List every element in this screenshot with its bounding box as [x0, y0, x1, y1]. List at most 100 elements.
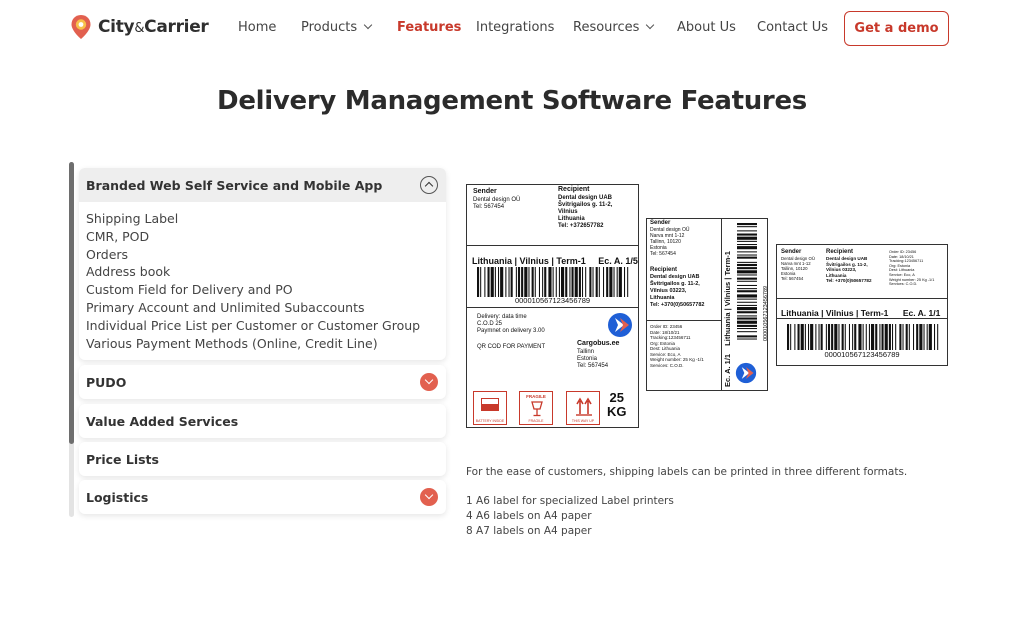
nav-products[interactable]: Products	[301, 20, 373, 35]
nav-integrations[interactable]: Integrations	[476, 20, 554, 35]
sender-line: Dental design OÜ	[473, 196, 521, 203]
sender-heading: Sender	[781, 249, 802, 255]
ec-text: Ec. A. 1/1	[902, 308, 941, 318]
recipient-heading: Recipient	[826, 249, 854, 255]
list-item[interactable]: Orders	[86, 246, 439, 264]
carrier-line: Tel: 567454	[577, 362, 609, 369]
accordion-title: Branded Web Self Service and Mobile App	[86, 177, 383, 193]
carrier-line: Estonia	[577, 355, 598, 362]
shipping-label-large: Sender Dental design OÜ Tel: 567454 Reci…	[466, 184, 639, 428]
recipient-line: Dental design UAB	[558, 194, 613, 201]
description-text: For the ease of customers, shipping labe…	[466, 466, 908, 478]
recipient-line: Tel: +370(0)50657782	[826, 278, 872, 283]
sender-heading: Sender	[650, 220, 671, 226]
order-line: Services: C.O.D.	[650, 362, 684, 368]
order-block: Order ID: 23456 Date: 18/10/21 Tracking:…	[650, 324, 722, 368]
chevron-down-icon[interactable]	[420, 373, 438, 392]
route-line-vertical: Ec. A. 1/1 Lithuania | Vilnius | Term-1	[723, 251, 732, 387]
detail-line: Delivery: data time	[477, 314, 527, 320]
chevron-down-icon	[646, 20, 655, 30]
nav-about-us[interactable]: About Us	[677, 20, 736, 35]
recipient-line: Lithuania	[558, 215, 585, 222]
accordion-header-value-added-services[interactable]: Value Added Services	[79, 404, 446, 438]
list-item[interactable]: Custom Field for Delivery and PO	[86, 281, 439, 299]
accordion-scrollbar[interactable]	[69, 162, 74, 517]
qr-text: QR COD FOR PAYMENT	[477, 344, 546, 350]
recipient-block: Recipient Dental design UAB Švitrigailos…	[826, 249, 888, 284]
fragile-word: FRAGILE	[526, 394, 546, 399]
recipient-line: Tel: +370(0)50657782	[650, 302, 705, 308]
glass-icon	[531, 401, 543, 417]
recipient-line: Vilnius	[558, 208, 578, 215]
weight-value: 25	[609, 390, 624, 405]
route-text: Lithuania | Vilnius | Term-1	[781, 308, 889, 318]
list-item: 1 A6 label for specialized Label printer…	[466, 495, 674, 507]
shipping-label-small: Sender Dental design OÜ Narva mnt 1-12 T…	[776, 244, 948, 366]
icon-caption: BATTERY INSIDE	[475, 419, 505, 423]
divider	[467, 307, 638, 308]
chevron-up-icon[interactable]	[420, 176, 438, 194]
recipient-line: Lithuania	[650, 295, 675, 301]
icon-caption: THIS WAY UP	[571, 419, 595, 423]
get-a-demo-button[interactable]: Get a demo	[844, 11, 949, 46]
carrier-line: Tallinn	[577, 348, 595, 355]
fragile-icon: FRAGILE FRAGILE	[519, 391, 553, 425]
sender-heading: Sender	[473, 188, 497, 195]
accordion-panel-logistics: Logistics	[79, 480, 446, 515]
ec-text: Ec. A. 1/1	[723, 353, 732, 387]
order-line: Services: C.O.D.	[889, 282, 918, 287]
recipient-block: Recipient Dental design UAB Švitrigailos…	[650, 267, 722, 309]
sender-line: Tel: 567454	[473, 203, 505, 210]
barcode-number: 000010567123456789	[514, 296, 591, 305]
page-title: Delivery Management Software Features	[217, 86, 807, 116]
carrier-name: Cargobus.ee	[577, 340, 620, 347]
order-block: Order ID: 23456 Date: 18/10/21 Tracking:…	[889, 250, 947, 287]
list-item[interactable]: CMR, POD	[86, 228, 439, 246]
list-item: 4 A6 labels on A4 paper	[466, 510, 592, 522]
battery-inside-icon: BATTERY INSIDE	[473, 391, 507, 425]
recipient-line: Švitrigailos g. 11-2,	[558, 201, 613, 208]
accordion-panel-value-added-services: Value Added Services	[79, 404, 446, 439]
recipient-heading: Recipient	[650, 267, 678, 273]
barcode	[477, 267, 629, 297]
scrollbar-thumb[interactable]	[69, 162, 74, 444]
recipient-line: Tel: +372657782	[558, 222, 604, 229]
accordion-header-price-lists[interactable]: Price Lists	[79, 442, 446, 476]
accordion-header-branded-web[interactable]: Branded Web Self Service and Mobile App	[79, 168, 446, 202]
route-text: Lithuania | Vilnius | Term-1	[472, 256, 586, 266]
sender-block: Sender Dental design OÜ Narva mnt 1-12 T…	[650, 220, 720, 257]
icon-caption: FRAGILE	[528, 419, 544, 423]
nav-home[interactable]: Home	[238, 20, 276, 35]
weight-unit: KG	[607, 404, 627, 419]
barcode	[787, 324, 939, 350]
cargobus-logo-icon	[608, 313, 632, 337]
list-item[interactable]: Individual Price List per Customer or Cu…	[86, 317, 439, 335]
nav-resources[interactable]: Resources	[573, 20, 655, 35]
accordion-header-logistics[interactable]: Logistics	[79, 480, 446, 514]
brand-logo[interactable]: City&Carrier	[70, 14, 209, 40]
ec-text: Ec. A. 1/5	[598, 256, 638, 266]
divider	[647, 320, 721, 321]
sender-line: Tel: 567454	[781, 276, 804, 281]
formats-description: For the ease of customers, shipping labe…	[466, 465, 907, 480]
chevron-down-icon[interactable]	[420, 488, 438, 507]
nav-contact-us[interactable]: Contact Us	[757, 20, 828, 35]
list-item[interactable]: Primary Account and Unlimited Subaccount…	[86, 299, 439, 317]
list-item[interactable]: Shipping Label	[86, 210, 439, 228]
barcode-vertical	[737, 223, 757, 340]
delivery-details: Delivery: data time C.O.D 25 Paymnet on …	[477, 314, 545, 351]
nav-features[interactable]: Features	[397, 20, 461, 35]
cargobus-logo-icon	[735, 362, 757, 384]
weight-block: 25 KG	[607, 391, 627, 419]
shipping-label-medium: Sender Dental design OÜ Narva mnt 1-12 T…	[646, 218, 768, 391]
accordion-panel-pudo: PUDO	[79, 365, 446, 400]
list-item[interactable]: Address book	[86, 263, 439, 281]
recipient-line: Vilnius 03223,	[650, 288, 687, 294]
accordion-title: PUDO	[86, 374, 127, 390]
accordion-title: Value Added Services	[86, 413, 239, 429]
list-item[interactable]: Various Payment Methods (Online, Credit …	[86, 335, 439, 353]
recipient-heading: Recipient	[558, 186, 590, 193]
battery-fill	[481, 404, 499, 411]
accordion-header-pudo[interactable]: PUDO	[79, 365, 446, 399]
divider	[777, 318, 947, 319]
